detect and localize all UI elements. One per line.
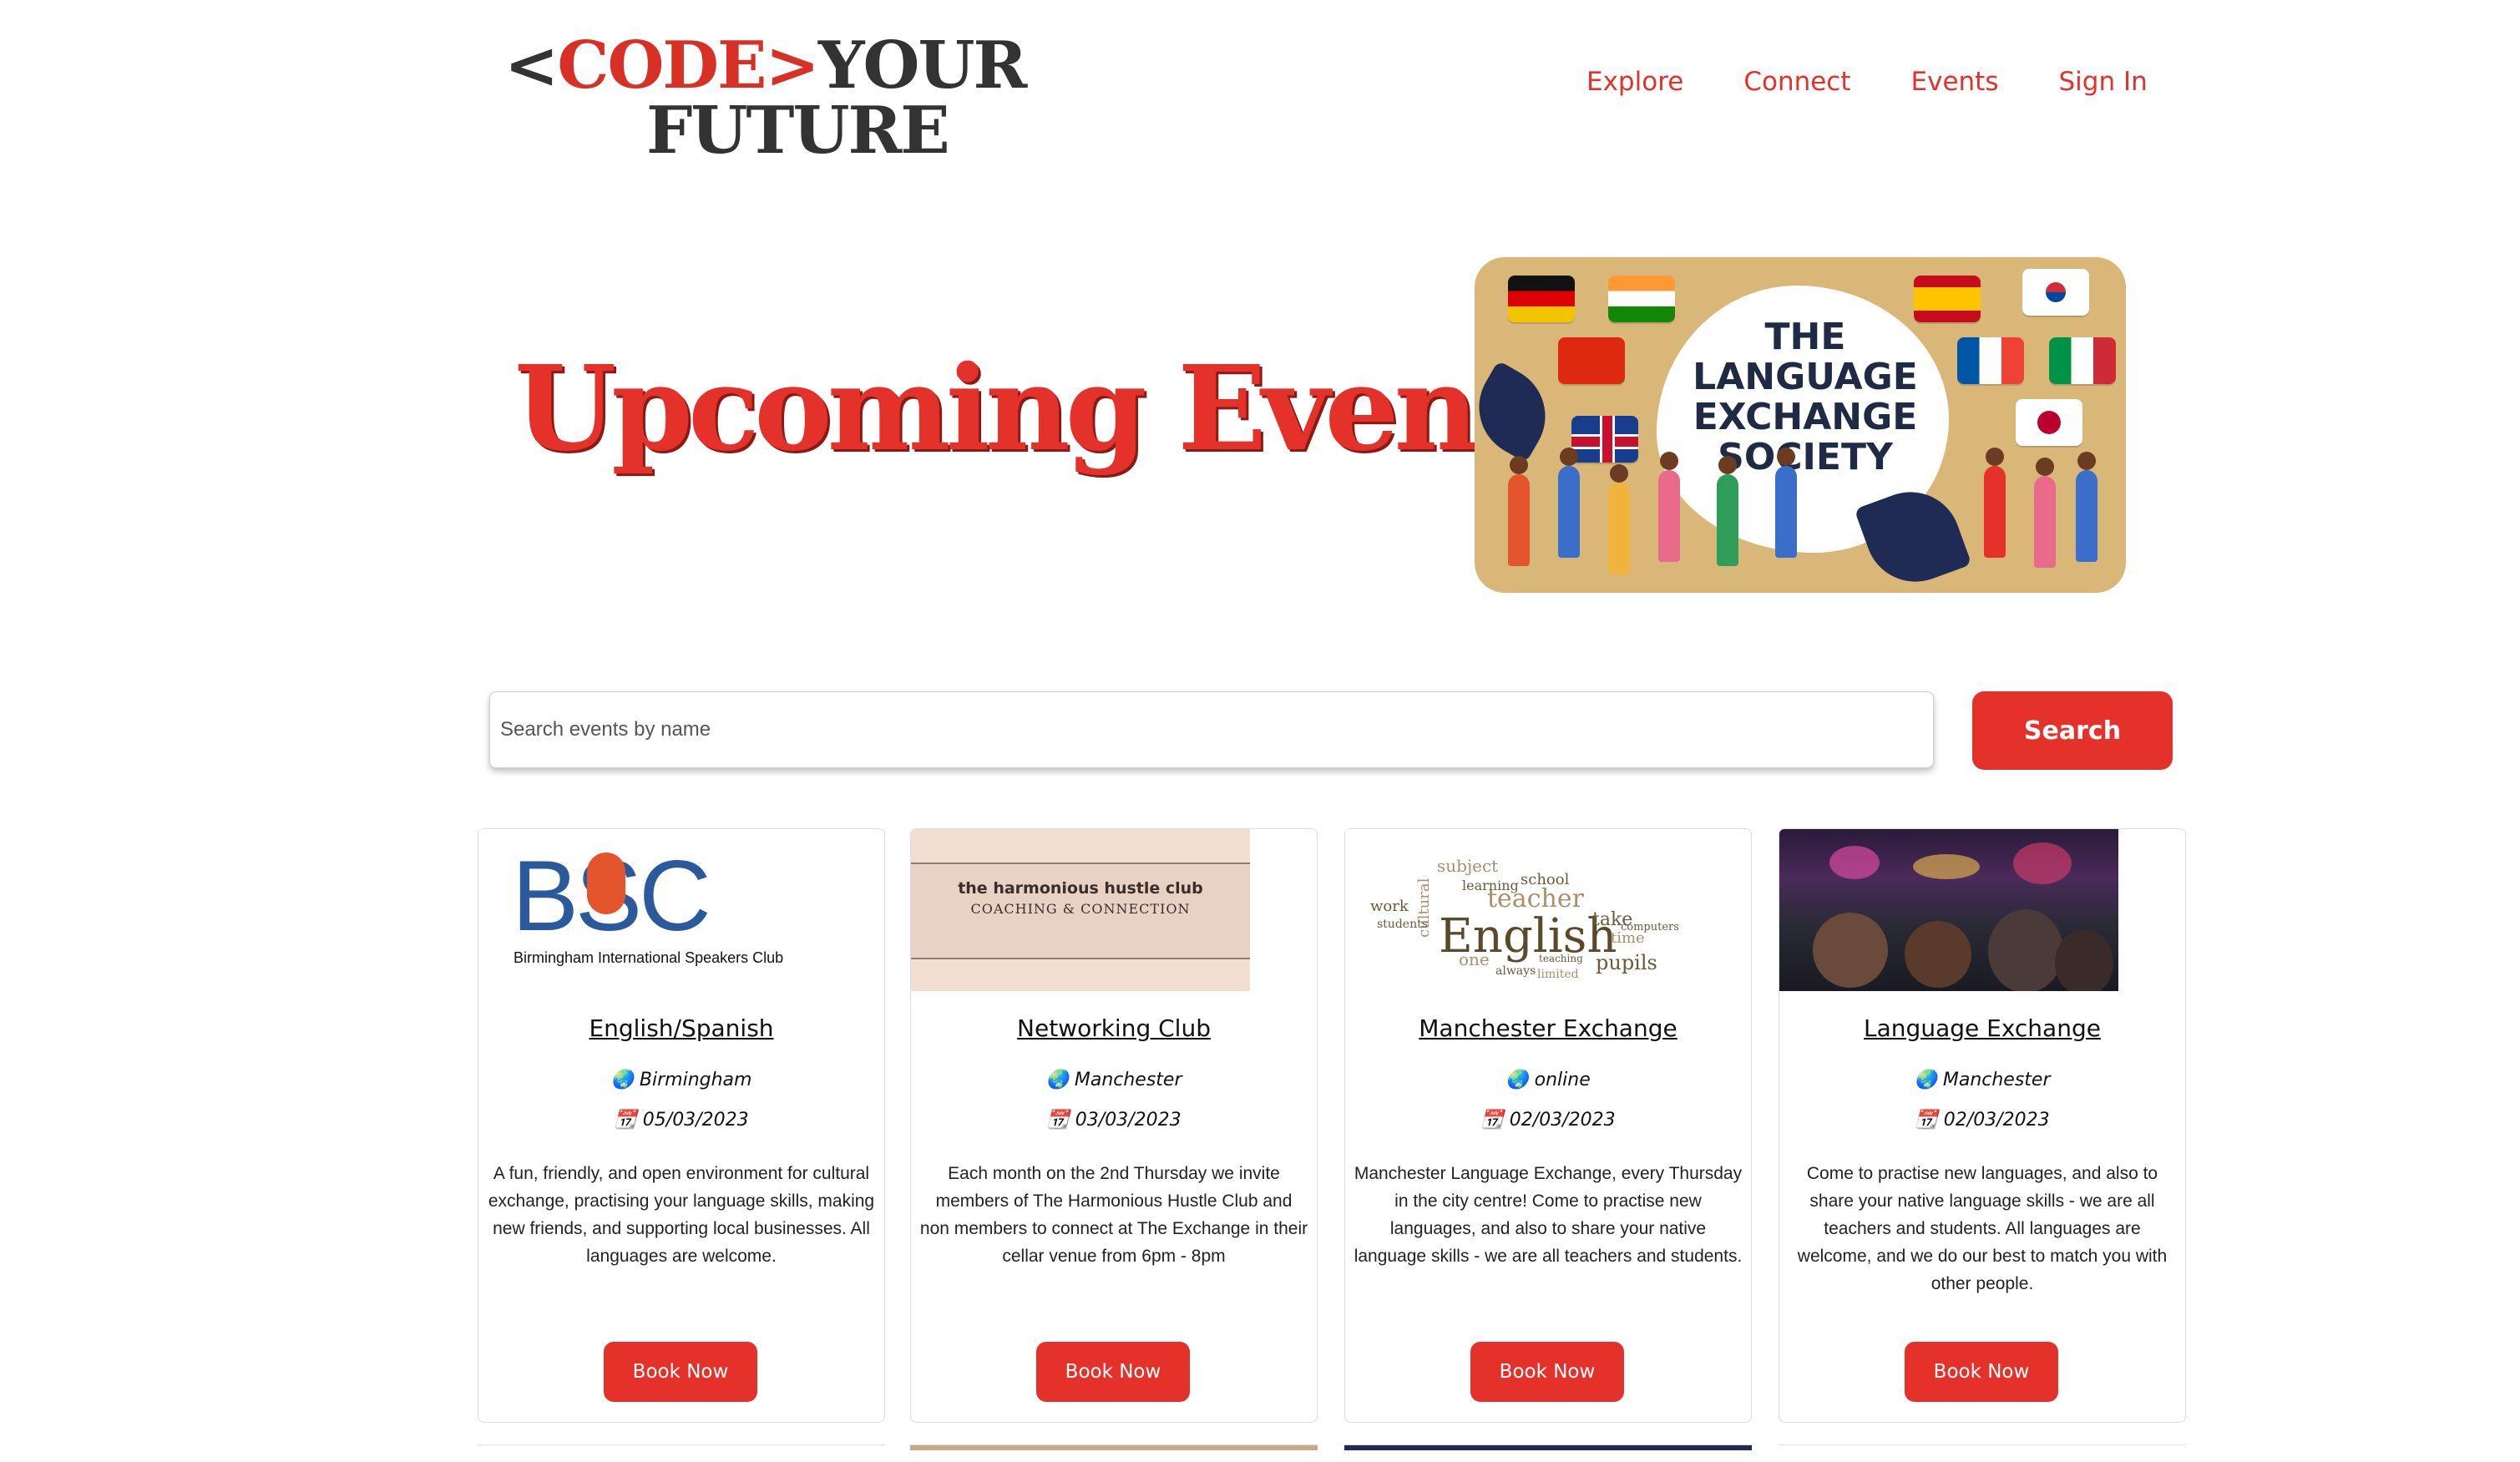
event-title-link[interactable]: Language Exchange [1779,1014,2185,1042]
globe-icon: 🌏 [1914,1070,1943,1090]
main-nav: Explore Connect Events Sign In [1586,67,2148,97]
person-figure-icon [1558,466,1580,558]
person-figure-icon [1717,474,1738,566]
germany-flag-icon [1508,276,1575,322]
nav-events[interactable]: Events [1911,67,1999,97]
book-now-button[interactable]: Book Now [1470,1342,1624,1402]
france-flag-icon [1957,337,2024,384]
event-title-link[interactable]: English/Spanish [478,1014,884,1042]
calendar-icon: 📆 [1480,1110,1510,1131]
event-description: Manchester Language Exchange, every Thur… [1354,1164,1743,1266]
event-card: BSC Birmingham International Speakers Cl… [478,828,885,1423]
word-cloud-image: English teacher pupils learning school s… [1345,829,1684,991]
nav-connect[interactable]: Connect [1743,67,1850,97]
person-figure-icon [2076,470,2097,562]
person-figure-icon [1775,466,1797,558]
search-button[interactable]: Search [1972,691,2173,770]
china-flag-icon [1558,337,1625,384]
event-location: 🌏 Manchester [1045,1070,1182,1090]
person-figure-icon [1608,483,1630,574]
event-card: the harmonious hustle club COACHING & CO… [910,828,1318,1423]
event-location: 🌏 online [1505,1070,1591,1090]
event-date: 📆 02/03/2023 [1480,1110,1616,1131]
event-description: Come to practise new languages, and also… [1797,1164,2168,1293]
person-figure-icon [1984,466,2006,558]
search-input[interactable] [489,691,1934,768]
event-location: 🌏 Manchester [1914,1070,2051,1090]
book-now-button[interactable]: Book Now [1036,1342,1190,1402]
calendar-icon: 📆 [614,1110,643,1131]
india-flag-icon [1608,276,1675,322]
globe-icon: 🌏 [610,1070,640,1090]
logo-line-2: FUTURE [646,93,950,169]
harmonious-hustle-image: the harmonious hustle club COACHING & CO… [911,829,1250,991]
event-description: A fun, friendly, and open environment fo… [488,1164,875,1266]
language-exchange-society-image: THE LANGUAGE EXCHANGE SOCIETY [1475,257,2126,593]
book-now-button[interactable]: Book Now [1905,1342,2058,1402]
globe-icon: 🌏 [1045,1070,1075,1090]
event-card-partial [910,1444,1318,1462]
person-figure-icon [1508,474,1530,566]
nav-explore[interactable]: Explore [1586,67,1683,97]
korea-flag-icon [2022,269,2089,316]
calendar-icon: 📆 [1046,1110,1075,1131]
event-date: 📆 03/03/2023 [1046,1110,1182,1131]
logo-line-1: <CODE>YOUR [504,28,1027,104]
event-title-link[interactable]: Networking Club [911,1014,1317,1042]
microphone-icon [587,852,625,914]
bisc-logo-image: BSC Birmingham International Speakers Cl… [478,829,817,991]
book-now-button[interactable]: Book Now [604,1342,757,1402]
person-figure-icon [2034,476,2056,568]
event-card-partial [1344,1444,1752,1462]
event-date: 📆 02/03/2023 [1915,1110,2050,1131]
calendar-icon: 📆 [1915,1110,1944,1131]
event-card-partial [1779,1444,2186,1462]
leaf-icon [1475,360,1564,463]
event-card: Language Exchange 🌏 Manchester 📆 02/03/2… [1779,828,2186,1423]
person-figure-icon [1658,470,1680,562]
japan-flag-icon [2016,399,2082,446]
event-description: Each month on the 2nd Thursday we invite… [919,1164,1308,1266]
italy-flag-icon [2049,337,2116,384]
event-location: 🌏 Birmingham [610,1070,752,1090]
crowd-photo [1779,829,2118,991]
code-your-future-logo[interactable]: <CODE>YOUR FUTURE [504,28,1027,169]
uk-flag-icon [1571,416,1638,463]
nav-sign-in[interactable]: Sign In [2058,67,2147,97]
image-caption: THE LANGUAGE EXCHANGE SOCIETY [1693,316,1918,478]
event-card: English teacher pupils learning school s… [1344,828,1752,1423]
event-title-link[interactable]: Manchester Exchange [1345,1014,1751,1042]
site-header: <CODE>YOUR FUTURE Explore Connect Events… [0,0,2520,184]
event-date: 📆 05/03/2023 [614,1110,749,1131]
page-title: Upcoming Events [514,341,1589,478]
globe-icon: 🌏 [1505,1070,1535,1090]
event-card-partial [478,1444,885,1462]
spain-flag-icon [1914,276,1981,322]
